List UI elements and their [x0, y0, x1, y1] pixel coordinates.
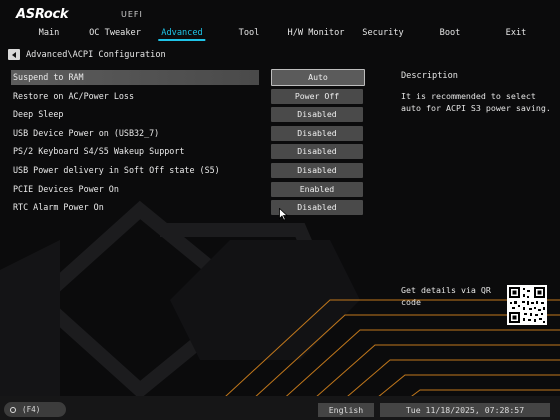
setting-rtc-alarm-power-on[interactable]: RTC Alarm Power On Disabled — [11, 199, 367, 218]
setting-restore-on-ac-power-loss[interactable]: Restore on AC/Power Loss Power Off — [11, 88, 367, 107]
f4-label: (F4) — [22, 405, 41, 414]
tab-hw-monitor[interactable]: H/W Monitor — [288, 28, 345, 38]
tab-security[interactable]: Security — [362, 28, 403, 38]
setting-label: Suspend to RAM — [13, 72, 84, 82]
settings-list: Suspend to RAM Auto Restore on AC/Power … — [11, 69, 367, 218]
top-bar: ASRock UEFI Main OC Tweaker Advanced Too… — [0, 0, 560, 44]
setting-value[interactable]: Disabled — [271, 162, 363, 178]
back-button[interactable] — [8, 49, 20, 60]
setting-usb-power-delivery-s5[interactable]: USB Power delivery in Soft Off state (S5… — [11, 162, 367, 181]
setting-value[interactable]: Enabled — [271, 181, 363, 197]
main-tabs: Main OC Tweaker Advanced Tool H/W Monito… — [0, 28, 560, 42]
setting-deep-sleep[interactable]: Deep Sleep Disabled — [11, 106, 367, 125]
description-title: Description — [401, 71, 458, 81]
qr-caption: Get details via QR code — [401, 285, 491, 307]
breadcrumb-path: Advanced\ACPI Configuration — [26, 49, 166, 60]
setting-label: USB Power delivery in Soft Off state (S5… — [13, 164, 220, 175]
f4-button[interactable]: (F4) — [4, 402, 66, 417]
setting-label: Restore on AC/Power Loss — [13, 90, 135, 101]
setting-label: PS/2 Keyboard S4/S5 Wakeup Support — [13, 146, 185, 157]
tab-boot[interactable]: Boot — [440, 28, 461, 38]
mouse-cursor-icon — [279, 208, 288, 221]
description-panel: Description It is recommended to select … — [401, 71, 551, 114]
setting-value[interactable]: Disabled — [271, 125, 363, 141]
setting-usb-device-power-on[interactable]: USB Device Power on (USB32_7) Disabled — [11, 125, 367, 144]
setting-pcie-devices-power-on[interactable]: PCIE Devices Power On Enabled — [11, 181, 367, 200]
tab-tool[interactable]: Tool — [239, 28, 260, 38]
setting-label: PCIE Devices Power On — [13, 183, 119, 194]
setting-value[interactable]: Disabled — [271, 107, 363, 123]
setting-label: RTC Alarm Power On — [13, 202, 104, 213]
tab-main[interactable]: Main — [39, 28, 60, 38]
setting-suspend-to-ram[interactable]: Suspend to RAM Auto — [11, 69, 367, 88]
setting-value[interactable]: Disabled — [271, 144, 363, 160]
circle-icon — [10, 406, 16, 413]
setting-value[interactable]: Power Off — [271, 88, 363, 104]
setting-label: USB Device Power on (USB32_7) — [13, 127, 160, 138]
setting-ps2-keyboard-wakeup[interactable]: PS/2 Keyboard S4/S5 Wakeup Support Disab… — [11, 143, 367, 162]
arrow-left-icon — [12, 51, 16, 58]
breadcrumb: Advanced\ACPI Configuration — [8, 49, 166, 60]
date-time: Tue 11/18/2025, 07:28:57 — [380, 403, 550, 417]
description-text: It is recommended to select auto for ACP… — [401, 91, 551, 113]
setting-value[interactable]: Auto — [271, 69, 365, 86]
tab-exit[interactable]: Exit — [506, 28, 527, 38]
tab-oc-tweaker[interactable]: OC Tweaker — [89, 28, 141, 38]
tab-advanced[interactable]: Advanced — [158, 28, 207, 41]
language-button[interactable]: English — [318, 403, 374, 417]
uefi-label: UEFI — [121, 10, 143, 19]
setting-label: Deep Sleep — [13, 109, 64, 120]
qr-code-icon — [507, 285, 547, 325]
asrock-logo: ASRock — [16, 7, 69, 22]
